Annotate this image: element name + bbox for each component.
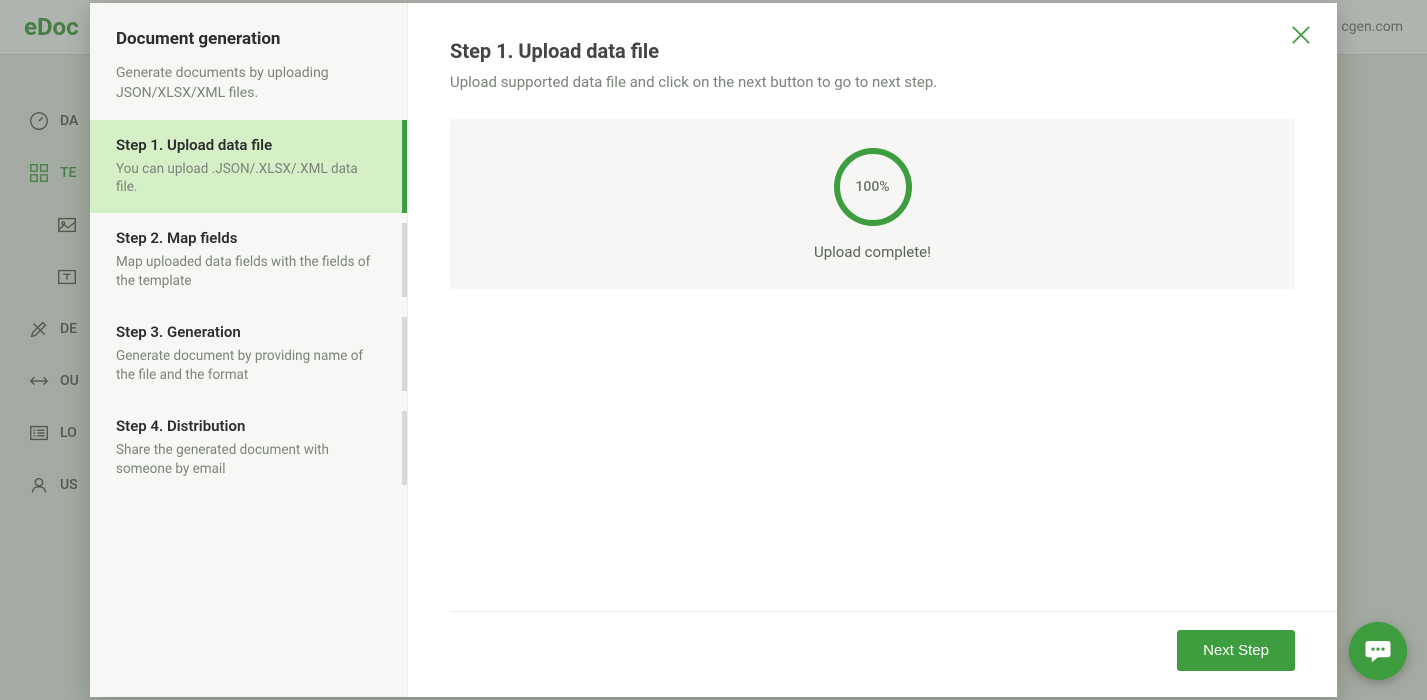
docgen-header: Document generation Generate documents b… bbox=[90, 3, 407, 120]
step-item-4[interactable]: Step 4. Distribution Share the generated… bbox=[90, 401, 407, 495]
step-desc: You can upload .JSON/.XLSX/.XML data fil… bbox=[116, 160, 381, 198]
step-title: Step 4. Distribution bbox=[116, 417, 381, 435]
docgen-modal: Document generation Generate documents b… bbox=[90, 3, 1337, 697]
step-title: Step 1. Upload data file bbox=[116, 136, 381, 154]
step-desc: Map uploaded data fields with the fields… bbox=[116, 253, 381, 291]
step-title: Step 3. Generation bbox=[116, 323, 381, 341]
chat-icon bbox=[1363, 636, 1393, 666]
docgen-description: Generate documents by uploading JSON/XLS… bbox=[116, 63, 381, 104]
modal-footer: Next Step bbox=[450, 611, 1337, 697]
close-button[interactable] bbox=[1287, 21, 1315, 49]
next-step-button[interactable]: Next Step bbox=[1177, 630, 1295, 671]
close-icon bbox=[1287, 21, 1315, 49]
step-desc: Generate document by providing name of t… bbox=[116, 347, 381, 385]
upload-status: Upload complete! bbox=[814, 243, 931, 261]
step-item-3[interactable]: Step 3. Generation Generate document by … bbox=[90, 307, 407, 401]
chat-fab[interactable] bbox=[1349, 622, 1407, 680]
step-indicator bbox=[402, 411, 407, 485]
main-title: Step 1. Upload data file bbox=[450, 39, 1295, 63]
step-indicator bbox=[402, 120, 407, 214]
docgen-title: Document generation bbox=[116, 29, 381, 49]
step-indicator bbox=[402, 223, 407, 297]
step-item-2[interactable]: Step 2. Map fields Map uploaded data fie… bbox=[90, 213, 407, 307]
main-header: Step 1. Upload data file Upload supporte… bbox=[408, 3, 1337, 105]
modal-left-panel: Document generation Generate documents b… bbox=[90, 3, 408, 697]
main-subtitle: Upload supported data file and click on … bbox=[450, 73, 1295, 91]
modal-right-panel: Step 1. Upload data file Upload supporte… bbox=[408, 3, 1337, 697]
progress-percent: 100% bbox=[833, 147, 913, 227]
step-item-1[interactable]: Step 1. Upload data file You can upload … bbox=[90, 120, 407, 214]
step-title: Step 2. Map fields bbox=[116, 229, 381, 247]
upload-area[interactable]: 100% Upload complete! bbox=[450, 119, 1295, 289]
step-indicator bbox=[402, 317, 407, 391]
progress-ring: 100% bbox=[833, 147, 913, 227]
step-desc: Share the generated document with someon… bbox=[116, 441, 381, 479]
